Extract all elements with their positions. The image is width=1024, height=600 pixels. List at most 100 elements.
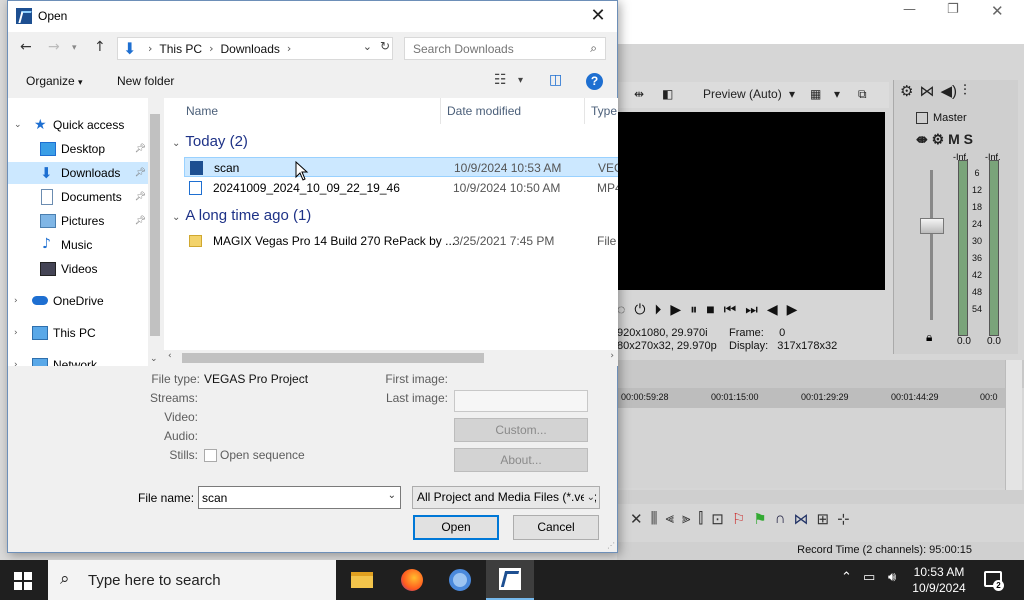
nav-desktop[interactable]: Desktop 📌︎ xyxy=(8,138,148,160)
chevron-right-icon[interactable]: › xyxy=(14,360,18,366)
search-input[interactable] xyxy=(405,38,575,59)
scroll-left-arrow-icon[interactable]: ‹ xyxy=(168,351,172,361)
chevron-down-icon[interactable]: ⌄ xyxy=(14,120,22,130)
file-type-filter-dropdown[interactable]: All Project and Media Files (*.veg; ⌄ xyxy=(412,486,600,509)
go-to-end-icon[interactable]: ⏭ xyxy=(745,301,758,318)
insert-bus-icon[interactable]: ⋈ xyxy=(919,82,934,100)
lock-icon[interactable]: ⊡ xyxy=(711,510,724,528)
timeline-horizontal-scrollbar[interactable] xyxy=(617,490,1024,504)
ripple-icon[interactable]: ⊞ xyxy=(817,510,830,528)
pause-icon[interactable]: ⏸ xyxy=(690,301,697,318)
close-icon[interactable]: ✕ xyxy=(991,2,1004,20)
file-row-scan[interactable]: scan 10/9/2024 10:53 AM VEG P xyxy=(184,157,618,177)
file-list-horizontal-scrollbar[interactable]: ‹ › xyxy=(164,350,618,366)
power-icon[interactable]: ⏻ xyxy=(634,301,645,318)
address-bar[interactable]: ⬇ › This PC › Downloads › ⌄ ↻ xyxy=(117,37,393,60)
windows-start-icon[interactable] xyxy=(14,572,32,590)
file-explorer-taskbar-button[interactable] xyxy=(338,560,386,600)
chevron-down-icon[interactable]: ⌄ xyxy=(388,490,396,501)
file-row-video[interactable]: 20241009_2024_10_09_22_19_46 10/9/2024 1… xyxy=(184,178,618,198)
fx-icon[interactable]: ⇼ xyxy=(916,131,928,147)
firefox-taskbar-button[interactable] xyxy=(388,560,436,600)
group-header-today[interactable]: ⌄ Today (2) xyxy=(172,133,248,150)
split-icon[interactable]: ⫿ xyxy=(698,510,703,528)
up-arrow-icon[interactable]: ↑ xyxy=(94,39,106,55)
pin-icon[interactable]: 📌︎ xyxy=(135,144,146,154)
fx-settings-icon[interactable]: ⚙ xyxy=(932,131,945,147)
preview-pane-icon[interactable]: ◫ xyxy=(549,72,562,88)
grid-icon[interactable]: ▦ xyxy=(810,87,821,101)
chevron-right-icon[interactable]: › xyxy=(14,328,18,338)
chevron-down-icon[interactable]: ▾ xyxy=(834,87,840,101)
cancel-button[interactable]: Cancel xyxy=(513,515,599,540)
group-header-long-time-ago[interactable]: ⌄ A long time ago (1) xyxy=(172,207,311,224)
timeline-vertical-scrollbar[interactable] xyxy=(1005,360,1022,490)
network-icon[interactable]: ▭ xyxy=(863,570,875,585)
nav-videos[interactable]: Videos xyxy=(8,258,148,280)
column-header-name[interactable]: Name xyxy=(180,98,441,124)
nav-downloads[interactable]: ⬇ Downloads 📌︎ xyxy=(8,162,148,184)
close-button[interactable]: ✕ xyxy=(585,4,611,28)
restore-icon[interactable]: ❐ xyxy=(947,2,959,17)
pin-icon[interactable]: 📌︎ xyxy=(135,192,146,202)
clock[interactable]: 10:53 AM 10/9/2024 xyxy=(906,564,972,596)
scroll-down-arrow-icon[interactable]: ⌄ xyxy=(150,354,158,364)
scroll-right-arrow-icon[interactable]: › xyxy=(610,351,614,361)
scrollbar-thumb[interactable] xyxy=(150,114,160,336)
open-button[interactable]: Open xyxy=(413,515,499,540)
breadcrumb-separator-icon[interactable]: › xyxy=(287,42,291,55)
nav-quick-access[interactable]: ⌄ ★ Quick access xyxy=(8,114,148,136)
auto-crossfade-icon[interactable]: ⋈ xyxy=(794,510,809,528)
mute-button[interactable]: M xyxy=(948,131,960,147)
nav-pictures[interactable]: Pictures 📌︎ xyxy=(8,210,148,232)
play-from-start-icon[interactable]: ⏵ xyxy=(654,301,661,318)
next-frame-icon[interactable]: ▶ xyxy=(787,301,798,318)
bus-icon[interactable] xyxy=(916,112,928,125)
file-name-input[interactable] xyxy=(199,487,379,508)
play-icon[interactable]: ▶ xyxy=(670,301,681,318)
refresh-icon[interactable]: ↻ xyxy=(380,39,390,53)
chevron-right-icon[interactable]: › xyxy=(14,296,18,306)
chevron-down-icon[interactable]: ▾ xyxy=(789,87,795,101)
marker-icon[interactable]: ⚐ xyxy=(732,510,745,528)
delete-icon[interactable]: ✕ xyxy=(630,510,643,528)
breadcrumb-this-pc[interactable]: This PC xyxy=(159,42,202,56)
show-hidden-icons-chevron-icon[interactable]: ⌃ xyxy=(841,570,852,585)
snapping-icon[interactable]: ∩ xyxy=(775,510,786,528)
preview-quality-dropdown[interactable]: Preview (Auto) xyxy=(703,87,782,101)
speaker-icon[interactable]: ◀) xyxy=(940,82,957,100)
pin-icon[interactable]: 📌︎ xyxy=(135,168,146,178)
help-icon[interactable]: ? xyxy=(586,73,603,90)
region-icon[interactable]: ⚑ xyxy=(753,510,766,528)
view-options-icon[interactable]: ☷ xyxy=(494,72,507,88)
split-screen-icon[interactable]: ⇹ xyxy=(634,87,644,101)
chevron-down-icon[interactable]: ▾ xyxy=(518,75,523,86)
previous-frame-icon[interactable]: ◀ xyxy=(767,301,778,318)
taskbar-search[interactable]: ⌕ Type here to search xyxy=(48,560,336,600)
new-folder-button[interactable]: New folder xyxy=(117,74,174,88)
column-header-date-modified[interactable]: Date modified xyxy=(441,98,585,124)
loop-icon[interactable]: ◌ xyxy=(617,301,625,317)
search-box[interactable]: ⌕ xyxy=(404,37,606,60)
organize-menu[interactable]: Organize ▾ xyxy=(26,74,83,88)
file-row-magix-folder[interactable]: MAGIX Vegas Pro 14 Build 270 RePack by .… xyxy=(184,231,618,251)
volume-fader[interactable] xyxy=(920,218,944,234)
vegas-taskbar-button[interactable] xyxy=(486,560,534,600)
overlay-icon[interactable]: ◧ xyxy=(662,87,673,101)
breadcrumb-separator-icon[interactable]: › xyxy=(148,42,152,55)
nav-music[interactable]: ♪ Music xyxy=(8,234,148,256)
nav-documents[interactable]: Documents 📌︎ xyxy=(8,186,148,208)
nav-network[interactable]: › Network xyxy=(8,354,148,366)
resize-grip-icon[interactable]: ⋰ xyxy=(607,541,615,550)
pin-icon[interactable]: 📌︎ xyxy=(135,216,146,226)
recent-locations-chevron-icon[interactable]: ▾ xyxy=(72,43,77,53)
copy-snapshot-icon[interactable]: ⧉ xyxy=(858,87,867,102)
timeline-tracks[interactable] xyxy=(617,408,1007,488)
column-header-type[interactable]: Type xyxy=(585,98,618,124)
forward-arrow-icon[interactable]: → xyxy=(48,39,60,55)
minimize-icon[interactable]: — xyxy=(903,2,916,17)
nav-onedrive[interactable]: › OneDrive xyxy=(8,290,148,312)
trim-end-icon[interactable]: ⫸ xyxy=(682,510,690,528)
file-name-combobox[interactable]: ⌄ xyxy=(198,486,401,509)
go-to-start-icon[interactable]: ⏮ xyxy=(724,301,737,318)
